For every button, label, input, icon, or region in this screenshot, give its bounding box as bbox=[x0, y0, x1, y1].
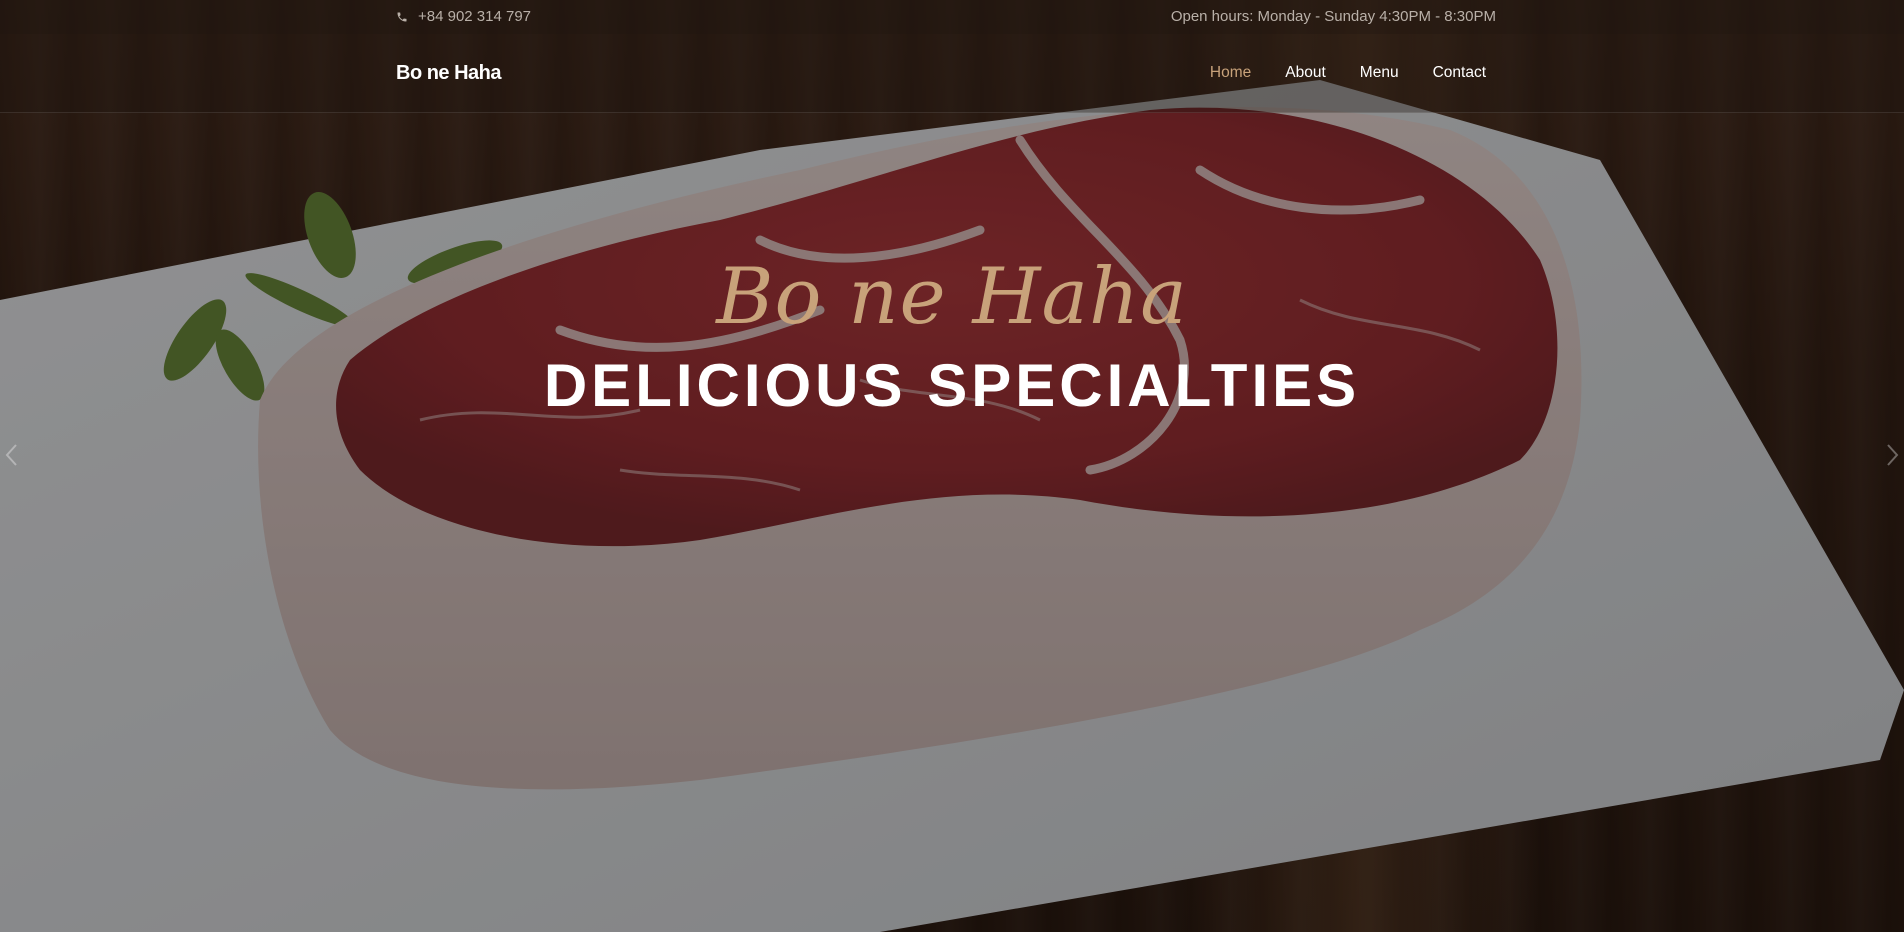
nav-item-contact: Contact bbox=[1433, 64, 1486, 82]
hero-caption: Bo ne Haha DELICIOUS SPECIALTIES bbox=[0, 258, 1904, 416]
phone-icon bbox=[396, 11, 408, 23]
phone-number: +84 902 314 797 bbox=[418, 8, 532, 25]
nav-link-about[interactable]: About bbox=[1285, 64, 1326, 81]
chevron-right-icon[interactable] bbox=[1882, 440, 1902, 470]
nav-item-menu: Menu bbox=[1360, 64, 1399, 82]
top-info-bar: +84 902 314 797 Open hours: Monday - Sun… bbox=[0, 0, 1904, 34]
hero-heading: DELICIOUS SPECIALTIES bbox=[543, 352, 1361, 419]
brand-logo[interactable]: Bo ne Haha bbox=[396, 62, 502, 85]
nav-menu: Home About Menu Contact bbox=[1210, 64, 1486, 82]
phone-contact[interactable]: +84 902 314 797 bbox=[396, 8, 531, 25]
nav-item-home: Home bbox=[1210, 64, 1251, 82]
hero-slider: +84 902 314 797 Open hours: Monday - Sun… bbox=[0, 0, 1904, 932]
nav-link-menu[interactable]: Menu bbox=[1360, 64, 1399, 81]
nav-item-about: About bbox=[1285, 64, 1326, 82]
dark-overlay bbox=[0, 0, 1904, 932]
hero-script-title: Bo ne Haha bbox=[716, 252, 1188, 342]
nav-link-contact[interactable]: Contact bbox=[1433, 64, 1486, 81]
main-navbar: Bo ne Haha Home About Menu Contact bbox=[0, 34, 1904, 113]
opening-hours: Open hours: Monday - Sunday 4:30PM - 8:3… bbox=[1170, 8, 1496, 25]
nav-link-home[interactable]: Home bbox=[1210, 64, 1251, 81]
chevron-left-icon[interactable] bbox=[2, 440, 22, 470]
